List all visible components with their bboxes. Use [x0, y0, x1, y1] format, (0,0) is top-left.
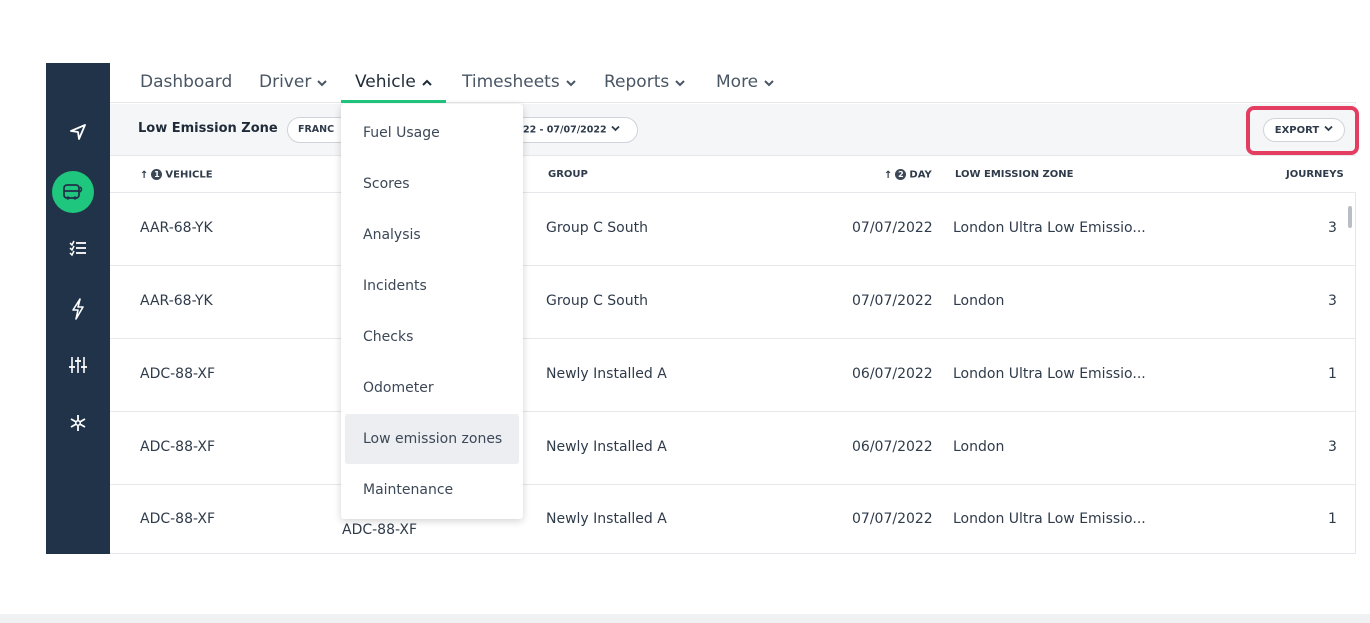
- export-highlight-box: [1246, 106, 1359, 155]
- column-header-group[interactable]: GROUP: [548, 169, 588, 180]
- journeys-cell: 3: [1328, 439, 1337, 455]
- sort-order-badge: 1: [151, 169, 163, 180]
- menu-item-checks[interactable]: Checks: [345, 312, 519, 362]
- group-cell: Newly Installed A: [546, 439, 667, 455]
- menu-item-low-emission-zones[interactable]: Low emission zones: [345, 414, 519, 464]
- group-cell: Group C South: [546, 220, 648, 236]
- journeys-cell: 3: [1328, 220, 1337, 236]
- nav-label: Driver: [259, 72, 312, 92]
- menu-item-fuel-usage[interactable]: Fuel Usage: [345, 108, 519, 158]
- chevron-down-icon: [565, 63, 576, 101]
- lightning-icon[interactable]: [46, 289, 110, 329]
- vehicle-icon[interactable]: [52, 171, 94, 213]
- active-tab-indicator: [341, 100, 446, 103]
- column-label: DAY: [909, 169, 932, 181]
- nav-label: Timesheets: [462, 72, 560, 92]
- day-cell: 07/07/2022: [852, 220, 933, 236]
- navigation-arrow-icon[interactable]: [46, 112, 110, 152]
- zone-cell: London: [953, 439, 1005, 455]
- menu-item-odometer[interactable]: Odometer: [345, 363, 519, 413]
- table-header: [110, 156, 1356, 193]
- vehicle-dropdown-menu: Fuel Usage Scores Analysis Incidents Che…: [341, 104, 523, 519]
- journeys-cell: 1: [1328, 366, 1337, 382]
- zone-cell: London Ultra Low Emissio...: [953, 220, 1146, 236]
- nav-dashboard[interactable]: Dashboard: [140, 63, 232, 103]
- day-cell: 07/07/2022: [852, 511, 933, 527]
- group-filter-label: FRANC: [298, 124, 335, 135]
- bottom-strip: [0, 614, 1370, 623]
- day-cell: 06/07/2022: [852, 439, 933, 455]
- date-range-label: 22 - 07/07/2022: [523, 124, 607, 136]
- nav-label: Vehicle: [355, 72, 416, 92]
- menu-item-analysis[interactable]: Analysis: [345, 210, 519, 260]
- vehicle-cell: ADC-88-XF: [140, 439, 215, 455]
- sliders-icon[interactable]: [46, 345, 110, 385]
- nav-reports[interactable]: Reports: [604, 63, 685, 103]
- sort-up-icon: ↑: [884, 169, 893, 181]
- journeys-cell: 3: [1328, 293, 1337, 309]
- table-row[interactable]: [110, 412, 1356, 485]
- nav-timesheets[interactable]: Timesheets: [462, 63, 576, 103]
- nav-more[interactable]: More: [716, 63, 774, 103]
- zone-cell: London: [953, 293, 1005, 309]
- column-header-zone[interactable]: LOW EMISSION ZONE: [955, 169, 1074, 180]
- zone-cell: London Ultra Low Emissio...: [953, 366, 1146, 382]
- nav-label: Dashboard: [140, 72, 233, 92]
- snowflake-icon[interactable]: [46, 403, 110, 443]
- column-header-journeys[interactable]: JOURNEYS: [1286, 169, 1344, 180]
- day-cell: 06/07/2022: [852, 366, 933, 382]
- journeys-cell: 1: [1328, 511, 1337, 527]
- nav-label: More: [716, 72, 759, 92]
- chevron-down-icon: [317, 63, 328, 101]
- column-header-day[interactable]: ↑ 2 DAY: [884, 169, 932, 181]
- table-row[interactable]: [110, 339, 1356, 412]
- table-row[interactable]: [110, 193, 1356, 266]
- group-cell: Newly Installed A: [546, 366, 667, 382]
- table-row[interactable]: [110, 485, 1356, 553]
- chevron-down-icon: [675, 63, 685, 101]
- chevron-down-icon: [610, 118, 620, 142]
- checklist-icon[interactable]: [46, 228, 110, 268]
- table-scrollbar[interactable]: [1348, 206, 1352, 228]
- vehicle-cell: AAR-68-YK: [140, 220, 213, 236]
- zone-cell: London Ultra Low Emissio...: [953, 511, 1146, 527]
- column-header-vehicle[interactable]: ↑ 1 VEHICLE: [140, 169, 213, 181]
- group-cell: Newly Installed A: [546, 511, 667, 527]
- sort-up-icon: ↑: [140, 169, 149, 181]
- page-title: Low Emission Zone: [138, 121, 278, 136]
- menu-item-scores[interactable]: Scores: [345, 159, 519, 209]
- menu-item-maintenance[interactable]: Maintenance: [345, 465, 519, 515]
- chevron-up-icon: [422, 63, 432, 101]
- chevron-down-icon: [764, 63, 774, 101]
- column-label: JOURNEYS: [1286, 169, 1344, 180]
- sort-order-badge: 2: [895, 169, 907, 180]
- nav-vehicle[interactable]: Vehicle: [355, 63, 432, 103]
- table-row[interactable]: [110, 266, 1356, 339]
- column-label: GROUP: [548, 169, 588, 180]
- vehicle-cell: AAR-68-YK: [140, 293, 213, 309]
- nav-driver[interactable]: Driver: [259, 63, 328, 103]
- menu-item-incidents[interactable]: Incidents: [345, 261, 519, 311]
- column-label: VEHICLE: [165, 169, 213, 181]
- vehicle-cell: ADC-88-XF: [140, 366, 215, 382]
- group-cell: Group C South: [546, 293, 648, 309]
- nav-label: Reports: [604, 72, 670, 92]
- vehicle-name-cell: ADC-88-XF: [342, 522, 417, 538]
- column-label: LOW EMISSION ZONE: [955, 169, 1074, 180]
- vehicle-cell: ADC-88-XF: [140, 511, 215, 527]
- day-cell: 07/07/2022: [852, 293, 933, 309]
